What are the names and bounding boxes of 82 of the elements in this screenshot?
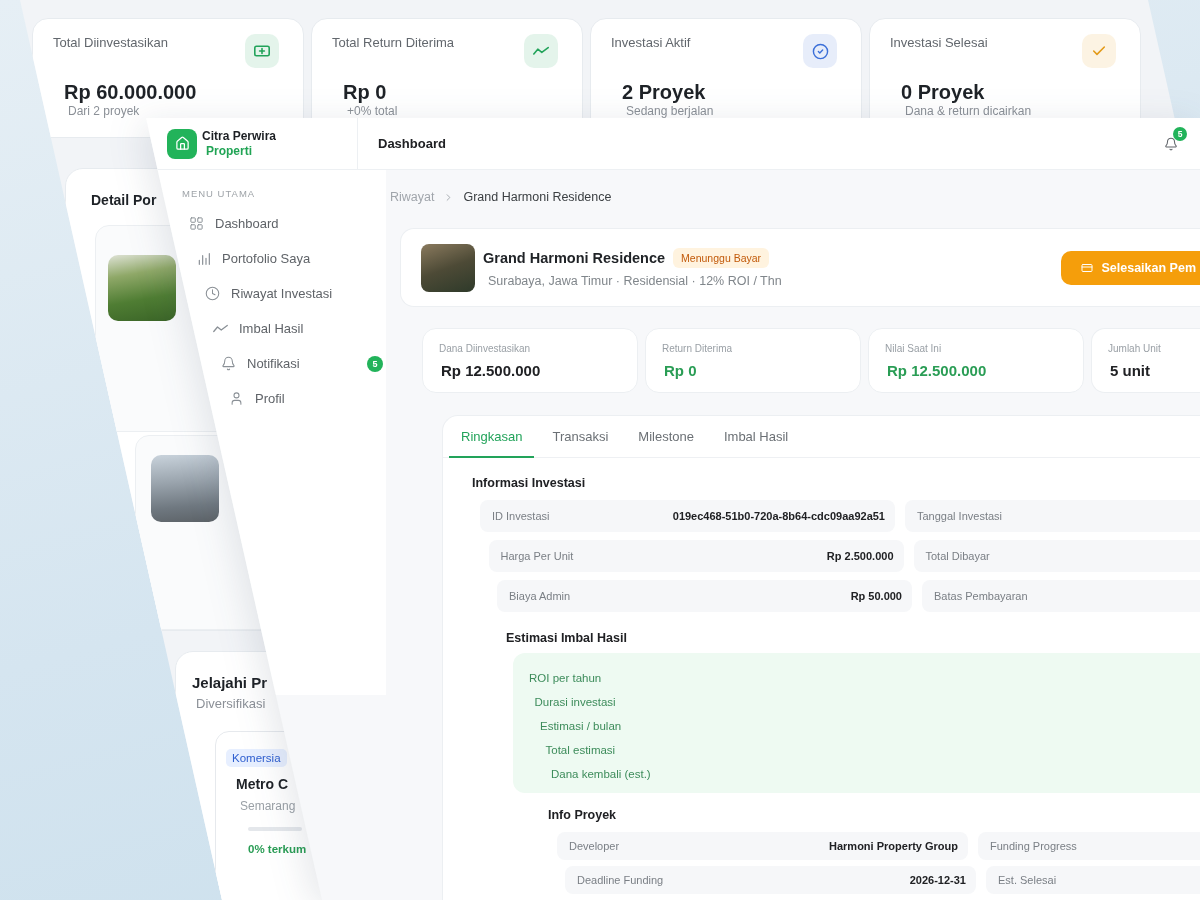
summary-value: Rp 0: [664, 362, 697, 380]
stat-label: Investasi Selesai: [890, 35, 988, 51]
bell-icon: [221, 356, 236, 371]
stat-label: Investasi Aktif: [611, 35, 691, 51]
stat-label: Total Diinvestasikan: [53, 35, 168, 51]
summary-value: Rp 12.500.000: [441, 362, 541, 380]
category-tag: Komersia: [226, 749, 287, 767]
funding-text: 0% terkum: [248, 842, 307, 856]
house-logo-icon: [167, 128, 197, 159]
stat-note: +0% total: [347, 104, 398, 118]
sidebar-item[interactable]: Imbal Hasil: [213, 320, 304, 337]
estimate-label: ROI per tahun: [529, 671, 602, 686]
info-label: Deadline Funding: [577, 874, 664, 886]
info-value: 019ec468-51b0-720a-8b64-cdc09aa92a51: [672, 510, 885, 522]
trend-line-icon: [213, 324, 228, 333]
project-name: Metro C: [236, 776, 289, 792]
sidebar-item[interactable]: Profil: [229, 390, 285, 407]
info-label: Biaya Admin: [509, 590, 571, 602]
bar-chart-icon: [197, 252, 211, 265]
stat-label: Total Return Diterima: [332, 35, 455, 51]
notification-badge: 5: [1173, 126, 1187, 141]
stat-value: Rp 60.000.000: [64, 80, 197, 104]
estimate-label: Estimasi / bulan: [540, 719, 622, 734]
info-value: Rp 2.500.000: [826, 550, 894, 562]
stat-note: Dari 2 proyek: [68, 104, 140, 118]
info-label: Batas Pembayaran: [934, 590, 1028, 602]
info-value: 2026-12-31: [909, 874, 966, 886]
tab[interactable]: Transaksi: [540, 416, 621, 458]
clock-icon: [205, 286, 220, 301]
estimate-label: Dana kembali (est.): [551, 767, 651, 782]
tab[interactable]: Imbal Hasil: [711, 416, 801, 458]
summary-label: Dana Diinvestasikan: [439, 343, 531, 355]
photo-placeholder: [151, 455, 219, 522]
page-title: Dashboard: [378, 136, 446, 151]
summary-label: Return Diterima: [662, 343, 733, 355]
stat-value: Rp 0: [343, 80, 387, 104]
info-label: Tanggal Investasi: [917, 510, 1002, 522]
section-title: Jelajahi Pr: [192, 675, 268, 691]
stat-value: 0 Proyek: [901, 80, 985, 104]
stat-note: Dana & return dicairkan: [905, 104, 1032, 118]
info-label: Est. Selesai: [998, 874, 1057, 886]
info-label: Total Dibayar: [925, 550, 990, 562]
estimate-label: Durasi investasi: [534, 695, 616, 710]
status-badge: Menunggu Bayar: [673, 247, 770, 268]
sidebar-item[interactable]: Riwayat Investasi: [205, 285, 333, 302]
info-value: Harmoni Property Group: [829, 840, 958, 852]
photo-placeholder: [421, 243, 475, 292]
user-icon: [229, 391, 244, 406]
grid-icon: [189, 216, 204, 231]
menu-badge: 5: [367, 355, 383, 372]
menu-heading: MENU UTAMA: [182, 188, 256, 200]
stat-note: Sedang berjalan: [626, 104, 714, 118]
sidebar-item[interactable]: Notifikasi: [221, 355, 300, 372]
bell-icon[interactable]: [1164, 136, 1178, 151]
info-label: Developer: [569, 840, 620, 852]
summary-value: Rp 12.500.000: [887, 362, 987, 380]
section-title: Detail Por: [91, 192, 157, 208]
project-title: Grand Harmoni Residence: [483, 249, 666, 266]
breadcrumb-current: Grand Harmoni Residence: [463, 190, 612, 204]
summary-value: 5 unit: [1110, 362, 1150, 380]
stat-value: 2 Proyek: [622, 80, 706, 104]
project-location: Semarang: [240, 799, 296, 813]
summary-label: Jumlah Unit: [1108, 343, 1161, 355]
tab[interactable]: Ringkasan: [449, 416, 535, 458]
info-label: Harga Per Unit: [500, 550, 574, 562]
brand-tagline: Properti: [206, 143, 252, 159]
section-title: Informasi Investasi: [472, 476, 586, 490]
section-title: Info Proyek: [548, 808, 617, 822]
info-label: Funding Progress: [990, 840, 1077, 852]
project-meta: Surabaya, Jawa Timur · Residensial · 12% ROI / Thn: [488, 273, 782, 288]
info-value: Rp 50.000: [850, 590, 902, 602]
sidebar-item[interactable]: Portofolio Saya: [197, 250, 311, 267]
section-title: Estimasi Imbal Hasil: [506, 631, 627, 645]
card-icon: [1081, 261, 1094, 274]
sidebar-item[interactable]: Dashboard: [189, 215, 279, 232]
section-subtitle: Diversifikasi: [196, 697, 266, 711]
tab[interactable]: Milestone: [626, 416, 706, 458]
photo-placeholder: [108, 255, 176, 321]
summary-label: Nilai Saat Ini: [885, 343, 942, 355]
brand-name: Citra Perwira: [202, 128, 277, 144]
estimate-label: Total estimasi: [545, 743, 616, 758]
info-label: ID Investasi: [492, 510, 550, 522]
